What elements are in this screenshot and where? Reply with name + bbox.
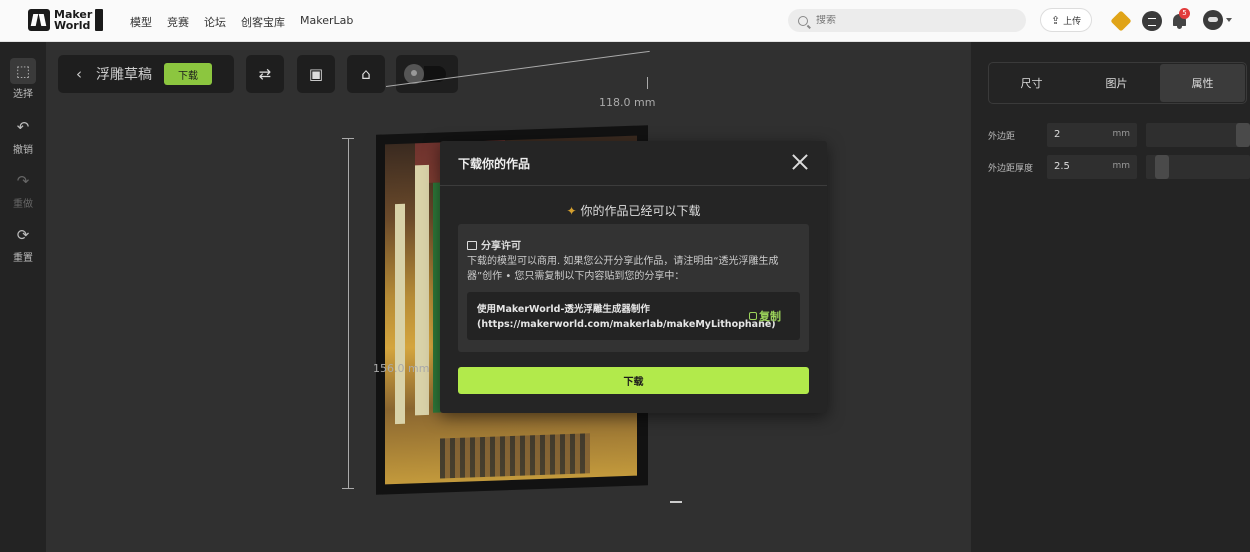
tab-image[interactable]: 图片 <box>1074 63 1159 103</box>
reset-icon: ⟳ <box>16 226 30 244</box>
border-margin-slider[interactable] <box>1146 123 1250 147</box>
tab-size[interactable]: 尺寸 <box>989 63 1074 103</box>
photo-sign-vertical <box>415 164 429 416</box>
corner-handle[interactable] <box>670 501 682 503</box>
license-description: 下载的模型可以商用. 如果您公开分享此作品，请注明由“透光浮雕生成器”创作 • … <box>467 256 779 282</box>
top-navigation-bar: Maker World 模型 竞赛 论坛 创客宝库 MakerLab ⇪ 上传 … <box>0 0 1250 42</box>
download-button-small[interactable]: 下载 <box>164 63 212 85</box>
points-cube-icon[interactable] <box>1110 10 1132 32</box>
draft-header: ‹ 浮雕草稿 下载 <box>58 55 234 93</box>
tool-reset[interactable]: ⟳ 重置 <box>0 222 46 264</box>
party-popper-icon: ✦ <box>566 204 577 218</box>
tool-reset-label: 重置 <box>13 253 33 264</box>
swap-icon[interactable]: ⇄ <box>246 55 284 93</box>
border-thickness-input[interactable]: 2.5 mm <box>1047 155 1137 179</box>
param-border-thickness-label: 外边距厚度 <box>988 164 1034 174</box>
tool-undo[interactable]: ↶ 撤销 <box>0 114 46 156</box>
nav-link-forum[interactable]: 论坛 <box>204 14 226 30</box>
ready-message: ✦ 你的作品已经可以下载 <box>440 202 827 219</box>
credit-text-box: 使用MakerWorld-透光浮雕生成器制作 (https://makerwor… <box>467 292 800 340</box>
height-dimension-tick-top <box>342 138 354 139</box>
height-dimension-line <box>348 139 349 488</box>
nav-link-maker-vault[interactable]: 创客宝库 <box>241 14 285 30</box>
nav-link-makerlab[interactable]: MakerLab <box>300 14 353 30</box>
tab-properties[interactable]: 属性 <box>1160 64 1245 102</box>
upload-label: 上传 <box>1063 16 1082 27</box>
upload-icon: ⇪ <box>1050 13 1061 27</box>
makerworld-logo-mark <box>28 9 50 31</box>
bell-clapper <box>1177 26 1182 29</box>
download-dialog: 下载你的作品 ✦ 你的作品已经可以下载 分享许可 下载的模型可以商用. 如果您公开… <box>440 141 827 413</box>
border-margin-slider-handle[interactable] <box>1236 123 1250 147</box>
border-margin-unit: mm <box>1112 129 1130 139</box>
back-arrow-icon[interactable]: ‹ <box>76 65 82 83</box>
logo-text: Maker World <box>54 9 92 31</box>
draft-title: 浮雕草稿 <box>96 67 152 83</box>
height-dimension-tick-bottom <box>342 488 354 489</box>
param-border-thickness: 外边距厚度 2.5 mm <box>988 155 1250 179</box>
nav-link-models[interactable]: 模型 <box>130 14 152 30</box>
width-dimension-label: 118.0 mm <box>599 96 656 109</box>
photo-crowd <box>440 433 590 479</box>
tool-redo[interactable]: ↷ 重做 <box>0 168 46 210</box>
panel-tabs: 尺寸 图片 属性 <box>988 62 1247 104</box>
share-license-box: 分享许可 下载的模型可以商用. 如果您公开分享此作品，请注明由“透光浮雕生成器”… <box>458 224 809 352</box>
tool-undo-label: 撤销 <box>13 145 33 156</box>
ready-message-text: 你的作品已经可以下载 <box>580 204 701 218</box>
copy-icon <box>749 312 757 320</box>
photo-sign-vertical-2 <box>395 203 405 425</box>
copy-button[interactable]: 复制 <box>749 308 781 324</box>
border-margin-value: 2 <box>1054 129 1061 140</box>
credit-text[interactable]: 使用MakerWorld-透光浮雕生成器制作 (https://makerwor… <box>477 302 776 332</box>
border-thickness-slider-handle[interactable] <box>1155 155 1169 179</box>
properties-panel: 尺寸 图片 属性 外边距 2 mm 外边距厚度 2.5 mm <box>971 42 1250 552</box>
undo-icon: ↶ <box>16 118 30 136</box>
makerworld-logo[interactable]: Maker World <box>28 9 104 31</box>
tool-redo-label: 重做 <box>13 199 33 210</box>
chevron-down-icon[interactable] <box>1226 18 1232 22</box>
redo-icon: ↷ <box>16 172 30 190</box>
border-thickness-unit: mm <box>1112 161 1130 171</box>
left-toolbar: ⬚ 选择 ↶ 撤销 ↷ 重做 ⟳ 重置 <box>0 42 46 552</box>
basket-icon[interactable]: ⌂ <box>347 55 385 93</box>
upload-button[interactable]: ⇪ 上传 <box>1040 8 1092 32</box>
credit-line-1: 使用MakerWorld-透光浮雕生成器制作 <box>477 304 650 315</box>
height-dimension-label: 156.0 mm <box>373 362 430 375</box>
image-icon[interactable]: ▣ <box>297 55 335 93</box>
dialog-title: 下载你的作品 <box>458 157 531 171</box>
dialog-header: 下载你的作品 <box>440 141 827 186</box>
search-bar[interactable] <box>788 9 1026 32</box>
close-icon[interactable] <box>790 152 810 172</box>
width-dimension-tick <box>647 77 648 89</box>
light-toggle[interactable] <box>396 55 458 93</box>
select-icon: ⬚ <box>10 58 36 84</box>
logo-badge <box>95 9 104 31</box>
border-thickness-slider[interactable] <box>1146 155 1250 179</box>
chat-icon[interactable] <box>1142 11 1162 31</box>
tool-select-label: 选择 <box>13 89 33 100</box>
param-border-margin: 外边距 2 mm <box>988 123 1250 147</box>
border-margin-input[interactable]: 2 mm <box>1047 123 1137 147</box>
search-input[interactable] <box>816 15 1006 26</box>
book-icon <box>467 241 477 250</box>
license-heading: 分享许可 <box>467 237 521 252</box>
notification-count-badge: 5 <box>1179 8 1190 19</box>
nav-link-contests[interactable]: 竞赛 <box>167 14 189 30</box>
license-heading-text: 分享许可 <box>481 241 521 252</box>
border-thickness-value: 2.5 <box>1054 161 1070 172</box>
tool-select[interactable]: ⬚ 选择 <box>0 58 46 100</box>
user-avatar[interactable] <box>1203 10 1223 30</box>
logo-line-2: World <box>54 19 91 32</box>
credit-line-2: (https://makerworld.com/makerlab/makeMyL… <box>477 319 776 330</box>
param-border-margin-label: 外边距 <box>988 132 1016 142</box>
copy-label: 复制 <box>759 310 781 323</box>
main-nav: 模型 竞赛 论坛 创客宝库 MakerLab <box>130 14 353 30</box>
download-button[interactable]: 下载 <box>458 367 809 394</box>
search-icon <box>798 15 808 26</box>
